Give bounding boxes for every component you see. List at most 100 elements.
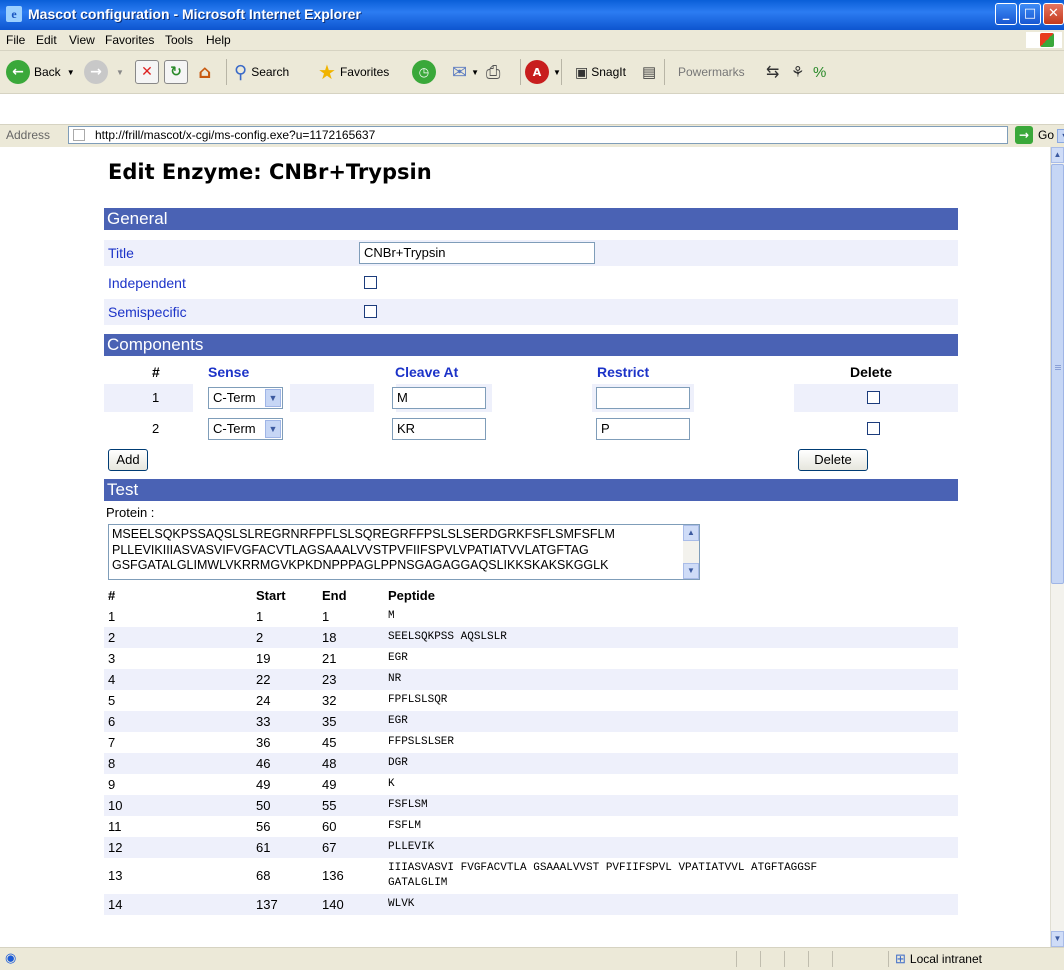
mail-dropdown-icon[interactable]: ▼: [471, 68, 479, 77]
row-peptide: WLVK: [388, 898, 415, 910]
pdf-icon: A: [525, 60, 549, 84]
component-row: 1 C-Term ▼ M: [104, 384, 958, 412]
address-url: http://frill/mascot/x-cgi/ms-config.exe?…: [95, 128, 376, 142]
components-section-header: Components: [104, 334, 958, 356]
back-button[interactable]: ← Back ▼: [6, 58, 75, 86]
cleave-at-input[interactable]: KR: [392, 418, 486, 440]
go-arrow-icon[interactable]: →: [1015, 126, 1033, 144]
powermarks-tag-button[interactable]: ⚘: [791, 58, 804, 86]
independent-label: Independent: [108, 275, 186, 291]
favorites-button[interactable]: ★ Favorites: [318, 58, 389, 86]
refresh-button[interactable]: ↻: [164, 58, 188, 86]
scroll-down-icon[interactable]: ▼: [1051, 931, 1064, 947]
go-button[interactable]: Go: [1038, 128, 1054, 142]
independent-checkbox[interactable]: [364, 276, 377, 289]
powermarks-tag-icon: ⚘: [791, 64, 805, 81]
sense-select[interactable]: C-Term ▼: [208, 418, 283, 440]
scroll-down-icon[interactable]: ▼: [683, 563, 699, 579]
forward-button[interactable]: → ▼: [84, 58, 124, 86]
powermarks-add-button[interactable]: ⇆: [766, 58, 779, 86]
start-header: Start: [256, 588, 286, 603]
pdf-dropdown-icon[interactable]: ▼: [553, 68, 561, 77]
delete-checkbox[interactable]: [867, 391, 880, 404]
intranet-icon: ⊞: [895, 951, 906, 966]
component-num: 2: [152, 421, 160, 436]
row-end: 18: [322, 630, 337, 645]
row-num: 9: [108, 777, 116, 792]
sense-select[interactable]: C-Term ▼: [208, 387, 283, 409]
mail-button[interactable]: ✉ ▼: [452, 58, 479, 86]
title-input[interactable]: CNBr+Trypsin: [359, 242, 595, 264]
protein-line: PLLEVIKIIIASVASVIFVGFACVTLAGSAAALVVSTPVF…: [112, 542, 589, 557]
test-section-header: Test: [104, 479, 958, 501]
address-input[interactable]: http://frill/mascot/x-cgi/ms-config.exe?…: [68, 126, 1064, 144]
menu-tools[interactable]: Tools: [165, 33, 193, 47]
page-done-icon: ◉: [5, 950, 17, 965]
restrict-input[interactable]: [596, 387, 690, 409]
status-cell: [888, 951, 889, 967]
page-scrollbar[interactable]: ▲ ▼: [1050, 147, 1064, 947]
row-start: 2: [256, 630, 264, 645]
home-button[interactable]: ⌂: [193, 58, 217, 86]
row-peptide: EGR: [388, 652, 408, 664]
table-row: 9 49 49 K: [104, 774, 958, 795]
history-button[interactable]: ◷: [412, 58, 436, 86]
table-row: 2 2 18 SEELSQKPSS AQSLSLR: [104, 627, 958, 648]
status-cell: [832, 951, 833, 967]
stop-button[interactable]: ✕: [135, 58, 159, 86]
sense-value: C-Term: [213, 421, 256, 436]
menu-file[interactable]: File: [6, 33, 25, 47]
scroll-up-icon[interactable]: ▲: [683, 525, 699, 541]
row-num: 2: [108, 630, 116, 645]
row-start: 24: [256, 693, 271, 708]
restrict-input[interactable]: P: [596, 418, 690, 440]
back-dropdown-icon[interactable]: ▼: [67, 68, 75, 77]
powermarks-label[interactable]: Powermarks: [678, 58, 745, 86]
page-icon: [73, 129, 85, 141]
table-row: 1 1 1 M: [104, 606, 958, 627]
maximize-button[interactable]: □: [1019, 3, 1041, 25]
snagit-button[interactable]: ▣ SnagIt: [575, 58, 626, 86]
peptide-table: # Start End Peptide 1 1 1 M 2 2 18 SEELS…: [104, 585, 958, 915]
toolbar-separator: [664, 59, 665, 85]
chevron-down-icon: ▼: [265, 389, 281, 407]
powermarks-add-icon: ⇆: [766, 64, 780, 81]
table-row: 10 50 55 FSFLSM: [104, 795, 958, 816]
close-button[interactable]: ✕: [1043, 3, 1064, 25]
row-num: 5: [108, 693, 116, 708]
scroll-up-icon[interactable]: ▲: [1051, 147, 1064, 163]
cleave-at-input[interactable]: M: [392, 387, 486, 409]
menu-favorites[interactable]: Favorites: [105, 33, 154, 47]
table-row: 3 19 21 EGR: [104, 648, 958, 669]
minimize-button[interactable]: _: [995, 3, 1017, 25]
properties-button[interactable]: ▤: [642, 58, 656, 86]
table-row: 7 36 45 FFPSLSLSER: [104, 732, 958, 753]
row-end: 48: [322, 756, 337, 771]
menu-view[interactable]: View: [69, 33, 95, 47]
back-arrow-icon: ←: [6, 60, 30, 84]
add-button[interactable]: Add: [108, 449, 148, 471]
row-num: 7: [108, 735, 116, 750]
delete-button[interactable]: Delete: [798, 449, 868, 471]
semispecific-checkbox[interactable]: [364, 305, 377, 318]
row-end: 140: [322, 897, 344, 912]
general-section-header: General: [104, 208, 958, 230]
row-start: 49: [256, 777, 271, 792]
menu-edit[interactable]: Edit: [36, 33, 57, 47]
component-row: 2 C-Term ▼ KR P: [104, 415, 958, 443]
row-num: 4: [108, 672, 116, 687]
address-dropdown-icon[interactable]: ▼: [1057, 129, 1064, 143]
row-num: 13: [108, 868, 123, 883]
row-num: 10: [108, 798, 123, 813]
powermarks-clear-button[interactable]: %: [813, 58, 826, 86]
scroll-thumb[interactable]: [1051, 164, 1064, 584]
menu-help[interactable]: Help: [206, 33, 231, 47]
search-button[interactable]: ⚲ Search: [234, 58, 289, 86]
protein-textarea[interactable]: MSEELSQKPSSAQSLSLREGRNRFPFLSLSQREGRFFPSL…: [108, 524, 700, 580]
delete-checkbox[interactable]: [867, 422, 880, 435]
pdf-button[interactable]: A ▼: [525, 58, 561, 86]
print-button[interactable]: ⎙: [486, 58, 500, 86]
table-row: 8 46 48 DGR: [104, 753, 958, 774]
protein-scrollbar[interactable]: ▲ ▼: [683, 525, 699, 579]
forward-dropdown-icon[interactable]: ▼: [116, 68, 124, 77]
